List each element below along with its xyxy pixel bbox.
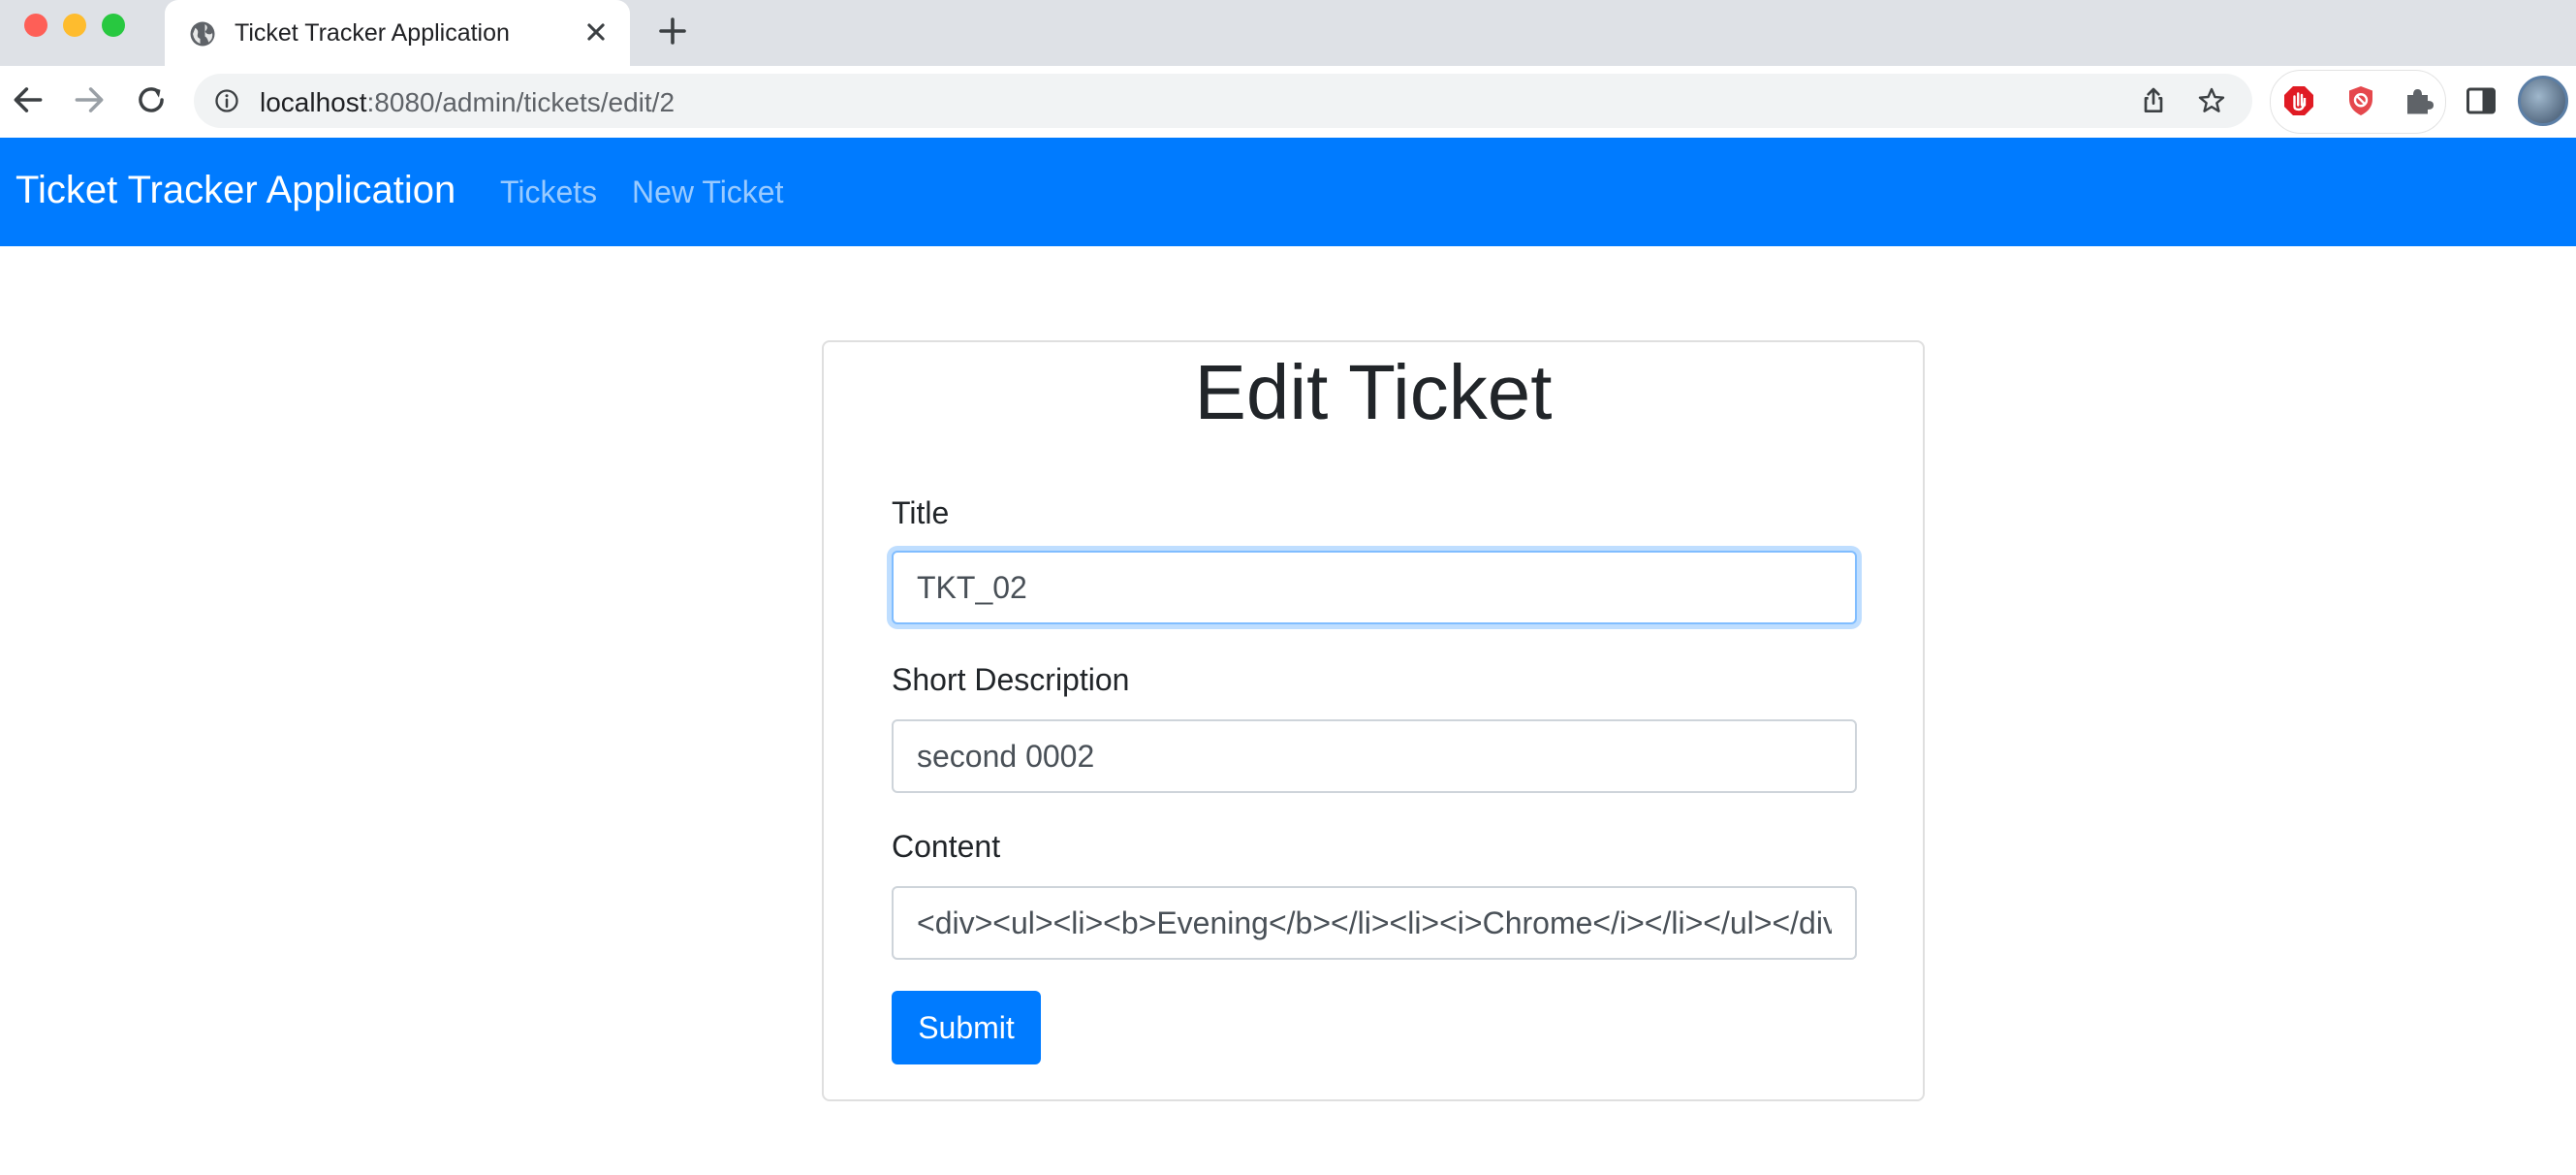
window-minimize-dot[interactable] [63, 14, 86, 37]
side-panel-icon[interactable] [2464, 83, 2498, 118]
globe-icon [190, 21, 215, 47]
edit-ticket-card: Edit Ticket Title Short Description Cont… [822, 340, 1925, 1101]
shield-block-icon[interactable] [2343, 83, 2378, 118]
nav-link-tickets[interactable]: Tickets [500, 175, 597, 210]
short-description-input[interactable] [892, 719, 1857, 793]
tab-title: Ticket Tracker Application [235, 19, 510, 47]
reload-icon[interactable] [133, 81, 170, 118]
nav-link-new-ticket[interactable]: New Ticket [632, 175, 783, 210]
share-icon[interactable] [2138, 85, 2169, 116]
address-bar[interactable]: localhost:8080/admin/tickets/edit/2 [194, 74, 2252, 128]
submit-button[interactable]: Submit [892, 991, 1041, 1064]
close-icon[interactable] [580, 16, 613, 48]
app-navbar: Ticket Tracker Application Tickets New T… [0, 138, 2576, 246]
url-text: localhost:8080/admin/tickets/edit/2 [260, 87, 675, 118]
arrow-right-icon[interactable] [71, 81, 108, 118]
navbar-brand[interactable]: Ticket Tracker Application [16, 169, 456, 212]
plus-icon[interactable] [655, 14, 690, 48]
arrow-left-icon[interactable] [10, 81, 47, 118]
title-input[interactable] [892, 551, 1857, 624]
browser-tab[interactable]: Ticket Tracker Application [165, 0, 630, 66]
content-label: Content [892, 829, 1001, 864]
browser-toolbar: localhost:8080/admin/tickets/edit/2 [0, 66, 2576, 139]
info-icon[interactable] [213, 87, 240, 114]
star-icon[interactable] [2196, 85, 2227, 116]
window-close-dot[interactable] [24, 14, 47, 37]
url-host: localhost [260, 87, 367, 117]
title-label: Title [892, 495, 950, 530]
puzzle-icon[interactable] [2402, 83, 2436, 118]
content-input[interactable] [892, 886, 1857, 960]
browser-tab-bar: Ticket Tracker Application [0, 0, 2576, 66]
short-description-label: Short Description [892, 662, 1130, 697]
avatar[interactable] [2518, 76, 2568, 126]
page-title: Edit Ticket [1194, 349, 1553, 435]
stop-hand-icon[interactable] [2281, 83, 2316, 118]
url-path: :8080/admin/tickets/edit/2 [366, 87, 675, 117]
window-zoom-dot[interactable] [102, 14, 125, 37]
